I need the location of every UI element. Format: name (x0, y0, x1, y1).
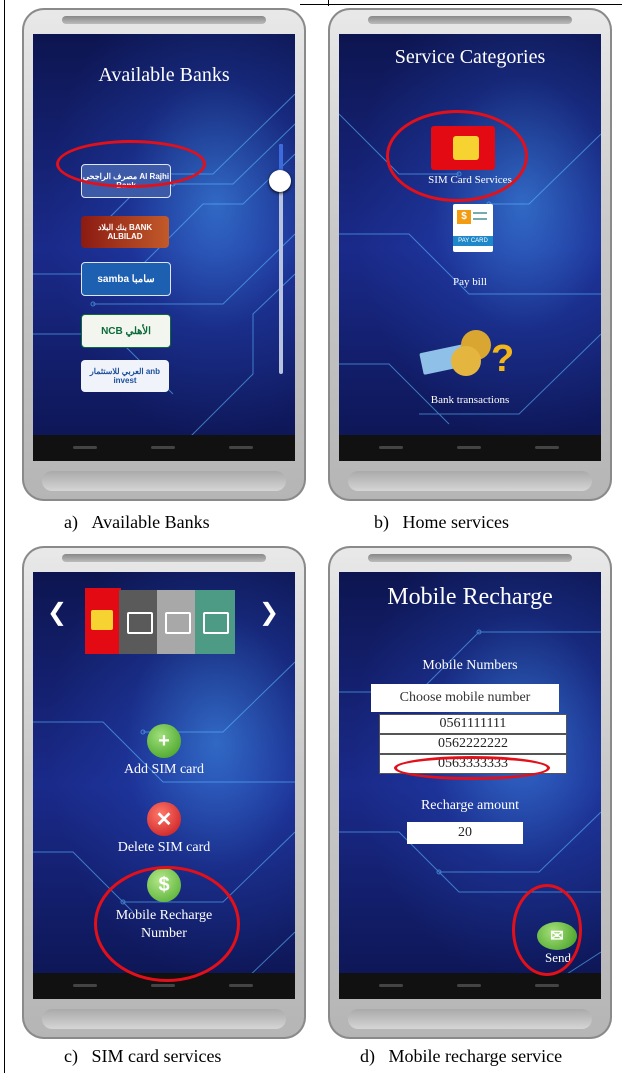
sim-teal (195, 590, 235, 654)
highlight-ring (56, 140, 206, 188)
bank-label: NCB الأهلي (101, 325, 151, 337)
bank-label: samba سامبا (97, 273, 155, 285)
next-arrow[interactable]: ❯ (259, 598, 279, 626)
phone-available-banks: Available Banks مصرف الراجحي Al Rajhi Ba… (22, 8, 306, 501)
caption-d: d) Mobile recharge service (360, 1046, 563, 1066)
page-title: Available Banks (98, 64, 230, 86)
phone-chin (348, 1009, 592, 1029)
phone-speaker (62, 16, 266, 24)
screen-available-banks: Available Banks مصرف الراجحي Al Rajhi Ba… (33, 34, 295, 461)
highlight-ring (386, 110, 528, 202)
phone-home-services: Service Categories SIM Card Services $ P… (328, 8, 612, 501)
select-placeholder: Choose mobile number (399, 690, 531, 705)
number-option-1[interactable]: 0561111111 (379, 714, 567, 734)
delete-sim-label[interactable]: Delete SIM card (33, 840, 295, 856)
phone-chin (42, 471, 286, 491)
sim-carousel[interactable] (85, 588, 235, 654)
delete-icon[interactable]: ✕ (147, 802, 181, 836)
bank-albilad[interactable]: بنك البلاد BANK ALBILAD (81, 216, 169, 248)
pay-bill-icon[interactable]: $ PAY CARD (453, 204, 493, 252)
phone-speaker (368, 554, 572, 562)
add-sim-label[interactable]: Add SIM card (33, 762, 295, 778)
mobile-number-select[interactable]: Choose mobile number (371, 684, 559, 712)
phone-chin (42, 1009, 286, 1029)
number-option-2[interactable]: 0562222222 (379, 734, 567, 754)
paycard-label: PAY CARD (453, 236, 493, 246)
scrollbar-thumb[interactable] (269, 170, 291, 192)
bank-ncb[interactable]: NCB الأهلي (81, 314, 171, 348)
highlight-ring (94, 866, 240, 982)
bank-transactions-icon[interactable]: ? (419, 320, 521, 390)
mobile-numbers-label: Mobile Numbers (422, 658, 518, 673)
phone-speaker (62, 554, 266, 562)
caption-b: b) Home services (374, 512, 509, 532)
bank-transactions-label[interactable]: Bank transactions (339, 394, 601, 406)
nav-bar (339, 973, 601, 999)
add-icon[interactable]: + (147, 724, 181, 758)
sim-gray (157, 590, 195, 654)
recharge-amount-label: Recharge amount (420, 798, 520, 813)
sim-red (85, 588, 121, 654)
nav-bar (339, 435, 601, 461)
bank-anb[interactable]: العربي للاستثمار anb invest (81, 360, 169, 392)
phone-chin (348, 471, 592, 491)
highlight-ring (394, 756, 550, 780)
phone-speaker (368, 16, 572, 24)
caption-a: a) Available Banks (64, 512, 210, 532)
highlight-ring (512, 884, 582, 976)
page-title: Mobile Recharge (387, 584, 553, 610)
pay-bill-label[interactable]: Pay bill (339, 276, 601, 288)
screen-home-services: Service Categories SIM Card Services $ P… (339, 34, 601, 461)
nav-bar (33, 435, 295, 461)
sim-dark (119, 590, 157, 654)
bank-label: بنك البلاد BANK ALBILAD (97, 223, 153, 241)
bank-samba[interactable]: samba سامبا (81, 262, 171, 296)
prev-arrow[interactable]: ❮ (47, 598, 67, 626)
bank-label: العربي للاستثمار anb invest (89, 367, 161, 385)
recharge-amount-field[interactable]: 20 (407, 822, 523, 844)
page-title: Service Categories (394, 46, 546, 68)
caption-c: c) SIM card services (64, 1046, 222, 1066)
